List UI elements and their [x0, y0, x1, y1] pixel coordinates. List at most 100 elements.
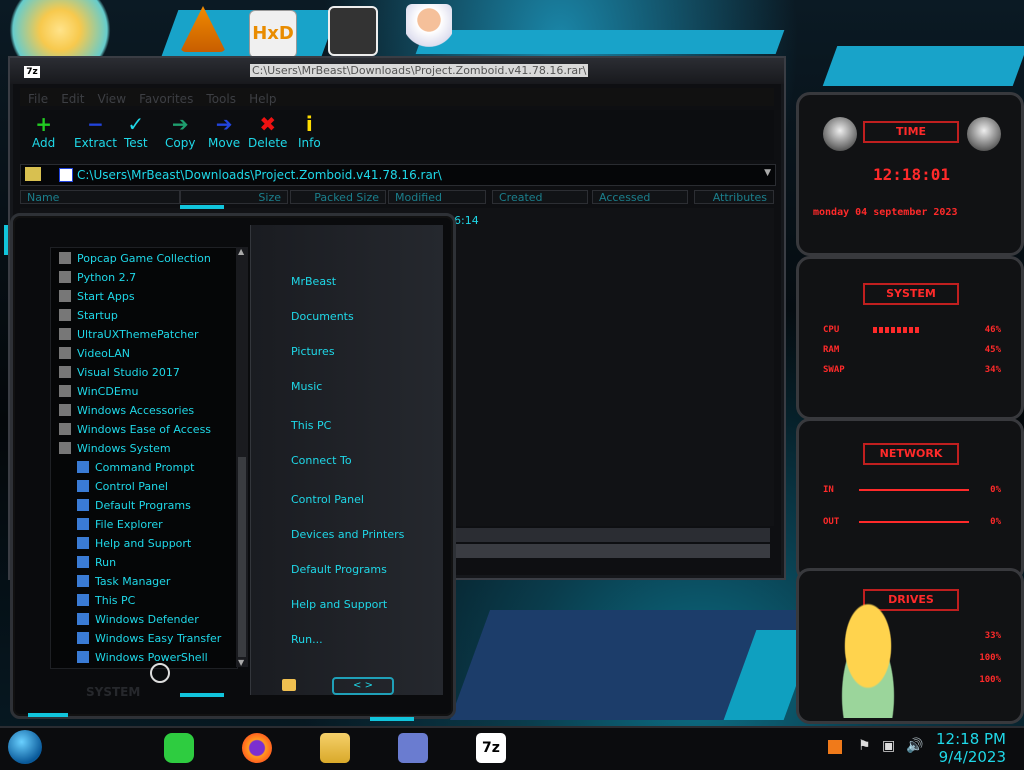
start-menu-link[interactable]: Pictures [291, 345, 335, 358]
program-list-item[interactable]: Popcap Game Collection [59, 250, 211, 268]
start-menu-link[interactable]: Devices and Printers [291, 528, 404, 541]
menu-view[interactable]: View [98, 90, 126, 108]
scroll-down-icon[interactable]: ▼ [238, 658, 244, 667]
file-explorer-icon[interactable] [320, 733, 350, 763]
user-picture-icon[interactable] [282, 679, 296, 691]
program-list-item[interactable]: WinCDEmu [59, 383, 138, 401]
program-list-item-label: This PC [95, 594, 136, 607]
program-list-item[interactable]: Control Panel [77, 478, 168, 496]
network-icon[interactable]: ▣ [882, 738, 895, 754]
program-list-item[interactable]: Startup [59, 307, 118, 325]
app-window-icon[interactable] [398, 733, 428, 763]
program-list-item[interactable]: Visual Studio 2017 [59, 364, 180, 382]
start-menu-link[interactable]: Connect To [291, 454, 352, 467]
add-button[interactable]: + Add [32, 114, 55, 150]
extract-label: Extract [74, 136, 117, 150]
start-menu-link[interactable]: Help and Support [291, 598, 387, 611]
info-icon: i [305, 112, 313, 136]
start-menu-link[interactable]: Default Programs [291, 563, 387, 576]
folder-icon [59, 442, 71, 454]
start-menu-link[interactable]: MrBeast [291, 275, 336, 288]
menu-edit[interactable]: Edit [61, 90, 84, 108]
horizontal-scrollbar[interactable] [456, 528, 770, 542]
program-list-item-label: Windows Defender [95, 613, 199, 626]
program-list-item[interactable]: UltraUXThemePatcher [59, 326, 199, 344]
column-accessed[interactable]: Accessed [592, 190, 688, 204]
program-list-item[interactable]: Default Programs [77, 497, 191, 515]
start-menu-link[interactable]: Run... [291, 633, 323, 646]
window-title: C:\Users\MrBeast\Downloads\Project.Zombo… [250, 64, 589, 77]
delete-button[interactable]: ✖ Delete [248, 114, 287, 150]
notes-icon[interactable] [164, 733, 194, 763]
file-row-modified: 6:14 [454, 214, 479, 227]
program-list-item[interactable]: Windows Ease of Access [59, 421, 211, 439]
start-menu-link[interactable]: Documents [291, 310, 354, 323]
app-icon [77, 556, 89, 568]
menu-help[interactable]: Help [249, 90, 276, 108]
language-icon[interactable] [828, 740, 842, 754]
program-list-item[interactable]: Run [77, 554, 116, 572]
program-list-item[interactable]: Windows Defender [77, 611, 199, 629]
info-button[interactable]: i Info [298, 114, 321, 150]
swap-value: 34% [984, 365, 1001, 375]
program-list-item[interactable]: Windows Accessories [59, 402, 194, 420]
drive-2-value: 100% [979, 653, 1001, 663]
doctor-desktop-icon[interactable] [406, 4, 452, 50]
address-dropdown-icon[interactable]: ▼ [764, 168, 771, 178]
7zip-taskbar-icon[interactable]: 7z [476, 733, 506, 763]
move-button[interactable]: ➔ Move [208, 114, 240, 150]
program-list-item[interactable]: Windows PowerShell [77, 649, 208, 667]
volume-icon[interactable]: 🔊 [906, 738, 923, 754]
program-list-item[interactable]: Task Manager [77, 573, 170, 591]
net-out-label: OUT [823, 517, 840, 527]
taskbar-time[interactable]: 12:18 PM [936, 730, 1006, 748]
program-list-item[interactable]: Start Apps [59, 288, 135, 306]
folder-up-icon[interactable] [25, 167, 41, 181]
app-icon [77, 461, 89, 473]
menu-favorites[interactable]: Favorites [139, 90, 193, 108]
program-list-item-label: Run [95, 556, 117, 569]
address-bar[interactable]: C:\Users\MrBeast\Downloads\Project.Zombo… [20, 164, 776, 186]
hxd-desktop-icon[interactable]: HxD [249, 10, 297, 58]
start-orb-icon[interactable] [8, 730, 42, 764]
program-list-item[interactable]: Windows Easy Transfer [77, 630, 221, 648]
swap-label: SWAP [823, 365, 845, 375]
start-menu-link[interactable]: This PC [291, 419, 331, 432]
program-list-item[interactable]: This PC [77, 592, 135, 610]
start-menu-link[interactable]: Control Panel [291, 493, 364, 506]
time-gadget: TIME 12:18:01 monday 04 september 2023 [796, 92, 1024, 256]
cartoon-character-desktop-icon[interactable] [0, 0, 120, 58]
menu-file[interactable]: File [28, 90, 48, 108]
flag-icon[interactable]: ⚑ [858, 738, 871, 754]
program-list-item-label: Windows Easy Transfer [95, 632, 222, 645]
firefox-icon[interactable] [242, 733, 272, 763]
scroll-up-icon[interactable]: ▲ [238, 247, 244, 256]
program-list-item[interactable]: Command Prompt [77, 459, 195, 477]
start-menu-link[interactable]: Music [291, 380, 322, 393]
address-path[interactable]: C:\Users\MrBeast\Downloads\Project.Zombo… [77, 168, 442, 182]
drive-1-value: 33% [984, 631, 1001, 641]
program-list-item-label: VideoLAN [77, 347, 130, 360]
app-icon [77, 651, 89, 663]
minus-icon: − [87, 112, 104, 136]
navigation-arrows[interactable]: < > [332, 677, 394, 695]
program-list-item[interactable]: Windows System [59, 440, 171, 458]
program-list[interactable]: Popcap Game Collection Python 2.7 Start Ap… [50, 247, 238, 669]
copy-button[interactable]: ➔ Copy [165, 114, 195, 150]
net-in-label: IN [823, 485, 834, 495]
column-attributes[interactable]: Attributes [694, 190, 774, 204]
taskbar-date[interactable]: 9/4/2023 [939, 748, 1006, 766]
test-button[interactable]: ✓ Test [124, 114, 148, 150]
program-list-item[interactable]: File Explorer [77, 516, 163, 534]
menu-tools[interactable]: Tools [206, 90, 236, 108]
program-list-item[interactable]: Python 2.7 [59, 269, 136, 287]
program-list-item[interactable]: VideoLAN [59, 345, 130, 363]
program-list-item[interactable]: Help and Support [77, 535, 191, 553]
scroll-thumb[interactable] [238, 457, 246, 657]
extract-button[interactable]: − Extract [74, 114, 117, 150]
column-created[interactable]: Created [492, 190, 588, 204]
drive-3-value: 100% [979, 675, 1001, 685]
app-icon [77, 613, 89, 625]
window-titlebar[interactable]: 7z C:\Users\MrBeast\Downloads\Project.Zo… [10, 58, 784, 84]
maze-app-desktop-icon[interactable] [328, 6, 378, 56]
